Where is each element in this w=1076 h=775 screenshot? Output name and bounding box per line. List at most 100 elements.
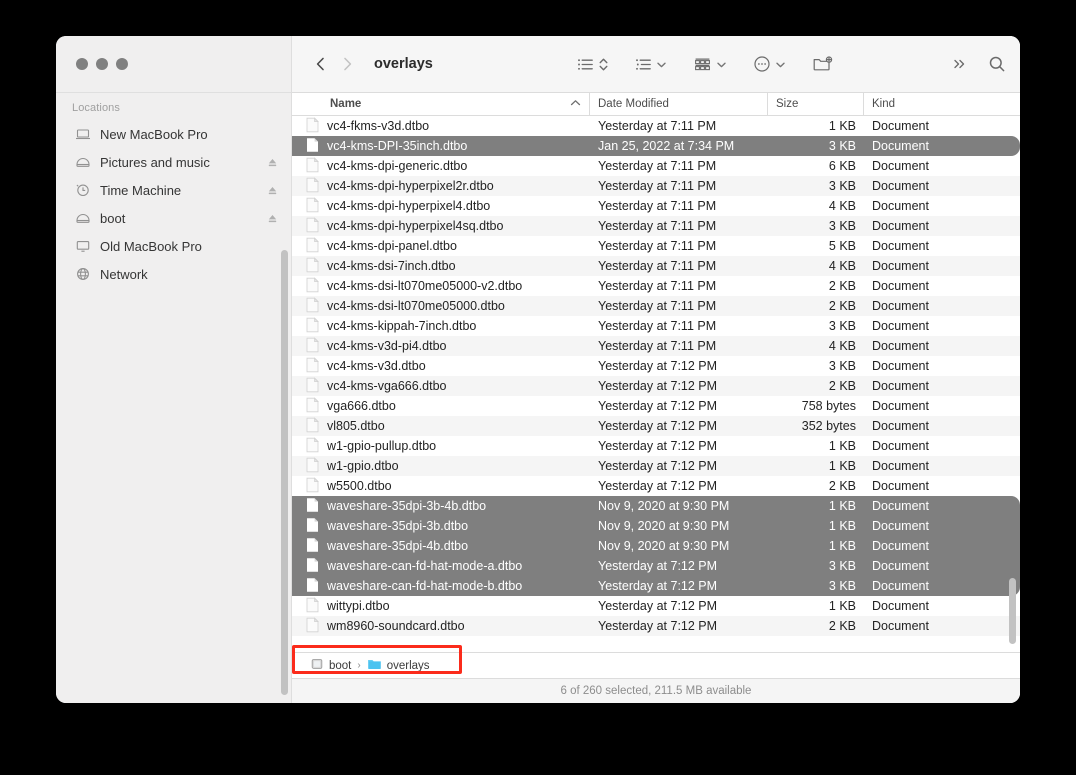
file-date-cell: Yesterday at 7:11 PM bbox=[590, 159, 768, 173]
column-header-date-modified[interactable]: Date Modified bbox=[590, 93, 768, 115]
view-list-control[interactable] bbox=[577, 56, 609, 73]
sidebar-item-pictures-and-music[interactable]: Pictures and music bbox=[56, 148, 291, 176]
table-row[interactable]: vl805.dtboYesterday at 7:12 PM352 bytesD… bbox=[292, 416, 1020, 436]
file-kind-cell: Document bbox=[864, 499, 1002, 513]
column-header-kind[interactable]: Kind bbox=[864, 93, 1002, 115]
table-row[interactable]: waveshare-35dpi-3b-4b.dtboNov 9, 2020 at… bbox=[292, 496, 1020, 516]
file-size-cell: 3 KB bbox=[768, 359, 864, 373]
table-row[interactable]: vc4-kms-dpi-hyperpixel4sq.dtboYesterday … bbox=[292, 216, 1020, 236]
file-name-cell: vc4-kms-dsi-lt070me05000-v2.dtbo bbox=[292, 277, 590, 296]
table-row[interactable]: vc4-kms-dsi-lt070me05000.dtboYesterday a… bbox=[292, 296, 1020, 316]
table-row[interactable]: vc4-kms-dpi-panel.dtboYesterday at 7:11 … bbox=[292, 236, 1020, 256]
table-row[interactable]: vc4-kms-dsi-7inch.dtboYesterday at 7:11 … bbox=[292, 256, 1020, 276]
file-name-label: vc4-kms-dpi-hyperpixel4.dtbo bbox=[327, 199, 490, 213]
file-kind-cell: Document bbox=[864, 179, 1002, 193]
more-actions-control[interactable] bbox=[753, 55, 786, 73]
file-name-label: vc4-kms-DPI-35inch.dtbo bbox=[327, 139, 467, 153]
path-segment-overlays[interactable]: overlays bbox=[367, 657, 430, 674]
path-segment-boot[interactable]: boot bbox=[310, 657, 351, 674]
document-icon bbox=[306, 277, 319, 296]
table-row[interactable]: vc4-kms-dsi-lt070me05000-v2.dtboYesterda… bbox=[292, 276, 1020, 296]
eject-icon[interactable] bbox=[266, 212, 279, 225]
chevron-down-icon[interactable] bbox=[656, 59, 667, 70]
sidebar-item-network[interactable]: Network bbox=[56, 260, 291, 288]
document-icon bbox=[306, 357, 319, 376]
column-header-size[interactable]: Size bbox=[768, 93, 864, 115]
file-list[interactable]: vc4-fkms-v3d.dtboYesterday at 7:11 PM1 K… bbox=[292, 116, 1020, 652]
table-row[interactable]: waveshare-can-fd-hat-mode-a.dtboYesterda… bbox=[292, 556, 1020, 576]
group-by-control[interactable] bbox=[635, 56, 667, 73]
file-name-label: vc4-kms-v3d.dtbo bbox=[327, 359, 426, 373]
new-folder-control[interactable] bbox=[812, 55, 833, 73]
table-row[interactable]: vc4-kms-v3d.dtboYesterday at 7:12 PM3 KB… bbox=[292, 356, 1020, 376]
file-kind-cell: Document bbox=[864, 299, 1002, 313]
finder-window: Locations New MacBook Pro Pictures and m… bbox=[56, 36, 1020, 703]
list-view-icon[interactable] bbox=[577, 56, 594, 73]
file-kind-cell: Document bbox=[864, 339, 1002, 353]
table-row[interactable]: w1-gpio.dtboYesterday at 7:12 PM1 KBDocu… bbox=[292, 456, 1020, 476]
search-control[interactable] bbox=[988, 55, 1006, 73]
table-row[interactable]: waveshare-35dpi-3b.dtboNov 9, 2020 at 9:… bbox=[292, 516, 1020, 536]
table-row[interactable]: vc4-kms-dpi-hyperpixel4.dtboYesterday at… bbox=[292, 196, 1020, 216]
file-name-label: wittypi.dtbo bbox=[327, 599, 390, 613]
back-chevron-icon[interactable] bbox=[308, 51, 334, 77]
close-button[interactable] bbox=[76, 58, 88, 70]
file-size-cell: 3 KB bbox=[768, 559, 864, 573]
icon-view-control[interactable] bbox=[693, 56, 727, 73]
group-by-icon[interactable] bbox=[635, 56, 652, 73]
sidebar-item-new-macbook-pro[interactable]: New MacBook Pro bbox=[56, 120, 291, 148]
minimize-button[interactable] bbox=[96, 58, 108, 70]
file-name-label: wm8960-soundcard.dtbo bbox=[327, 619, 465, 633]
overflow-chevrons-icon[interactable] bbox=[952, 56, 968, 72]
file-date-cell: Nov 9, 2020 at 9:30 PM bbox=[590, 499, 768, 513]
table-row[interactable]: w5500.dtboYesterday at 7:12 PM2 KBDocume… bbox=[292, 476, 1020, 496]
eject-icon[interactable] bbox=[266, 156, 279, 169]
eject-icon[interactable] bbox=[266, 184, 279, 197]
table-row[interactable]: w1-gpio-pullup.dtboYesterday at 7:12 PM1… bbox=[292, 436, 1020, 456]
sidebar-item-old-macbook-pro[interactable]: Old MacBook Pro bbox=[56, 232, 291, 260]
forward-chevron-icon[interactable] bbox=[334, 51, 360, 77]
path-bar[interactable]: boot › overlays bbox=[292, 652, 1020, 678]
hard-drive-icon bbox=[310, 657, 324, 674]
icon-view-icon[interactable] bbox=[693, 56, 712, 73]
table-row[interactable]: vc4-kms-v3d-pi4.dtboYesterday at 7:11 PM… bbox=[292, 336, 1020, 356]
table-row[interactable]: vc4-kms-vga666.dtboYesterday at 7:12 PM2… bbox=[292, 376, 1020, 396]
file-name-cell: vga666.dtbo bbox=[292, 397, 590, 416]
table-row[interactable]: waveshare-35dpi-4b.dtboNov 9, 2020 at 9:… bbox=[292, 536, 1020, 556]
table-row[interactable]: vc4-kms-DPI-35inch.dtboJan 25, 2022 at 7… bbox=[292, 136, 1020, 156]
file-name-cell: vc4-kms-dsi-7inch.dtbo bbox=[292, 257, 590, 276]
file-kind-cell: Document bbox=[864, 219, 1002, 233]
table-row[interactable]: vga666.dtboYesterday at 7:12 PM758 bytes… bbox=[292, 396, 1020, 416]
display-icon bbox=[74, 238, 91, 255]
file-date-cell: Yesterday at 7:12 PM bbox=[590, 619, 768, 633]
new-folder-icon[interactable] bbox=[812, 55, 833, 73]
file-size-cell: 3 KB bbox=[768, 139, 864, 153]
column-header-name[interactable]: Name bbox=[292, 93, 590, 115]
file-date-cell: Yesterday at 7:11 PM bbox=[590, 259, 768, 273]
document-icon bbox=[306, 297, 319, 316]
sort-updown-icon[interactable] bbox=[598, 56, 609, 73]
sidebar-scrollbar[interactable] bbox=[281, 250, 288, 695]
table-row[interactable]: vc4-fkms-v3d.dtboYesterday at 7:11 PM1 K… bbox=[292, 116, 1020, 136]
zoom-button[interactable] bbox=[116, 58, 128, 70]
more-actions-icon[interactable] bbox=[753, 55, 771, 73]
file-name-label: vc4-kms-dpi-panel.dtbo bbox=[327, 239, 457, 253]
sidebar-item-label: New MacBook Pro bbox=[100, 127, 279, 142]
chevron-down-icon[interactable] bbox=[716, 59, 727, 70]
table-row[interactable]: vc4-kms-dpi-generic.dtboYesterday at 7:1… bbox=[292, 156, 1020, 176]
table-row[interactable]: vc4-kms-dpi-hyperpixel2r.dtboYesterday a… bbox=[292, 176, 1020, 196]
table-row[interactable]: waveshare-can-fd-hat-mode-b.dtboYesterda… bbox=[292, 576, 1020, 596]
file-size-cell: 1 KB bbox=[768, 519, 864, 533]
file-name-cell: vc4-kms-dpi-hyperpixel4sq.dtbo bbox=[292, 217, 590, 236]
sidebar-item-time-machine[interactable]: Time Machine bbox=[56, 176, 291, 204]
sidebar-item-boot[interactable]: boot bbox=[56, 204, 291, 232]
chevron-down-icon[interactable] bbox=[775, 59, 786, 70]
search-icon[interactable] bbox=[988, 55, 1006, 73]
table-row[interactable]: vc4-kms-kippah-7inch.dtboYesterday at 7:… bbox=[292, 316, 1020, 336]
table-row[interactable]: wittypi.dtboYesterday at 7:12 PM1 KBDocu… bbox=[292, 596, 1020, 616]
document-icon bbox=[306, 557, 319, 576]
table-row[interactable]: wm8960-soundcard.dtbo Yesterday at 7:12 P… bbox=[292, 616, 1020, 636]
overflow-control[interactable] bbox=[952, 56, 968, 72]
file-list-scrollbar[interactable] bbox=[1009, 578, 1016, 644]
toolbar: overlays bbox=[292, 36, 1020, 92]
